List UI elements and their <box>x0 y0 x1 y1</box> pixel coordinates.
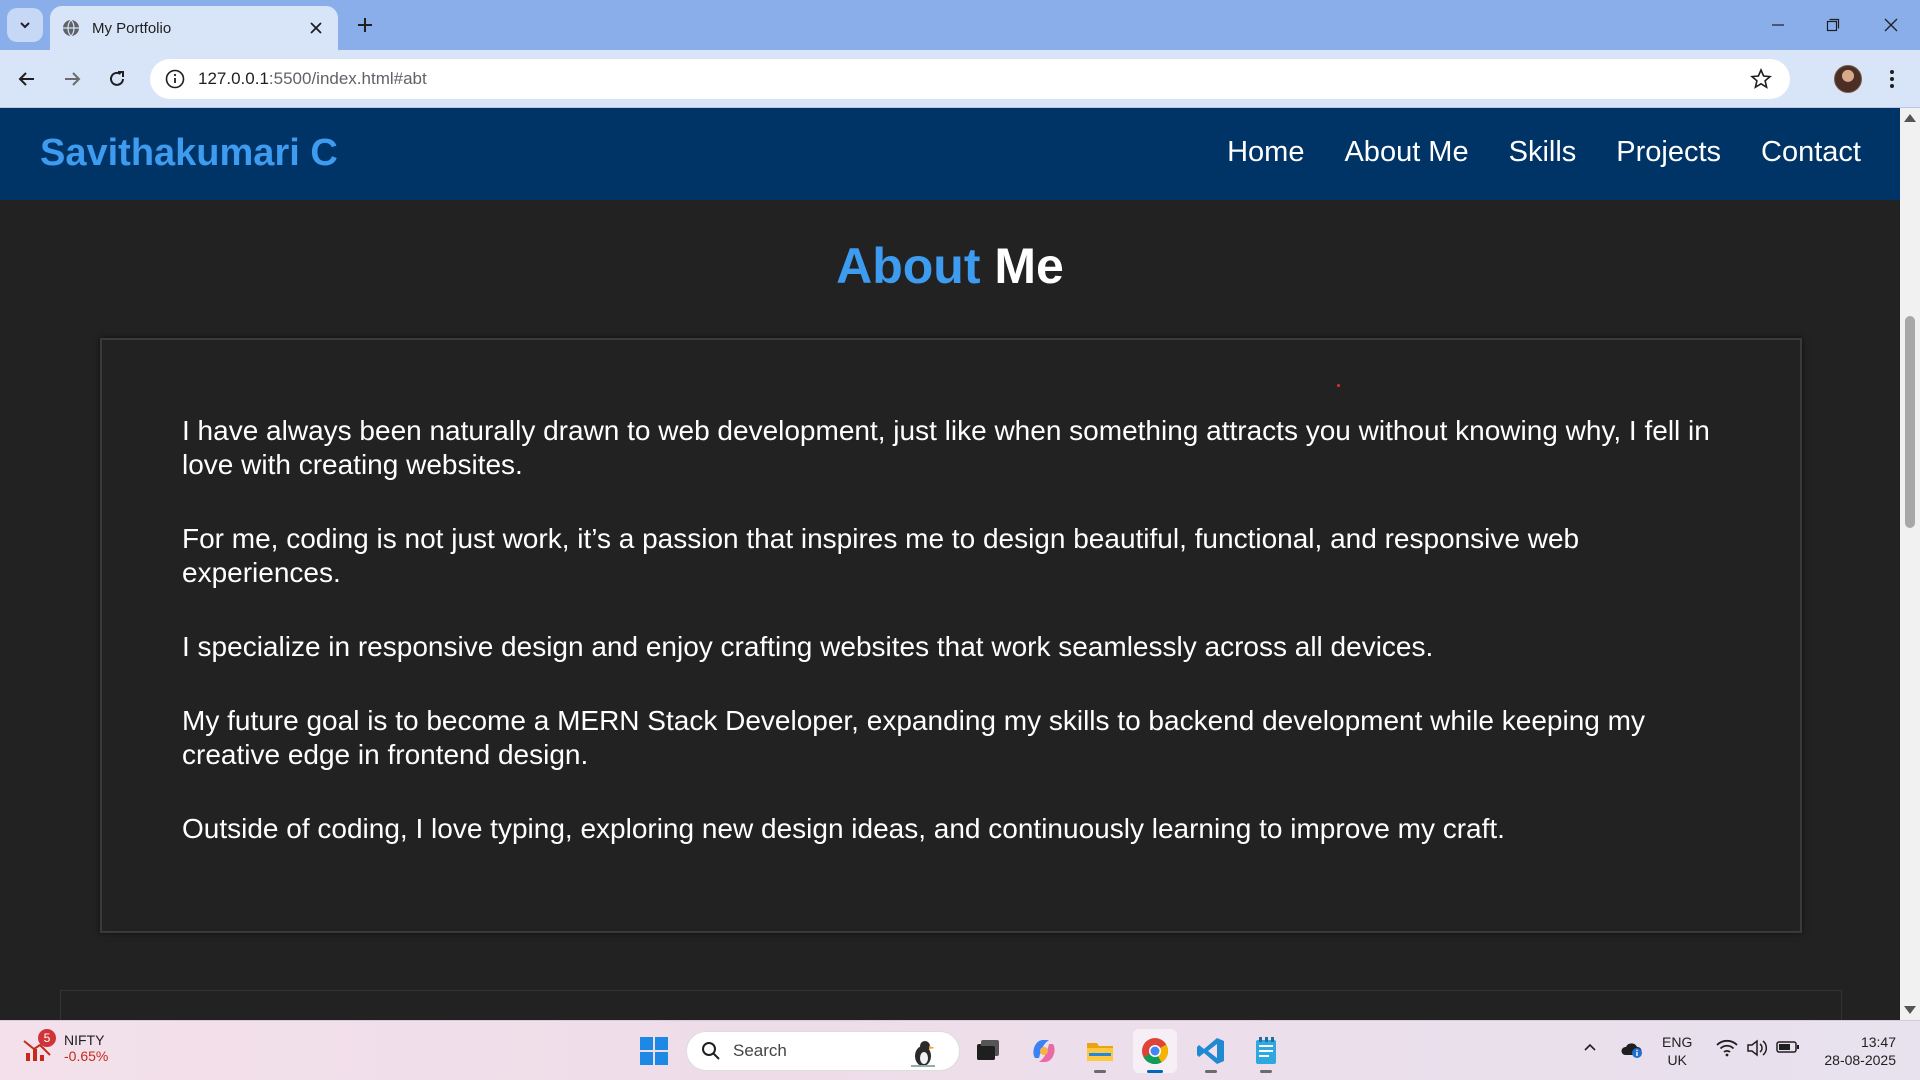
chrome-icon <box>1142 1038 1169 1065</box>
nav-link-about[interactable]: About Me <box>1344 136 1468 169</box>
about-paragraph: Outside of coding, I love typing, explor… <box>182 813 1505 844</box>
forward-button[interactable] <box>56 63 88 95</box>
clock-date: 28-08-2025 <box>1824 1052 1896 1068</box>
search-icon <box>702 1042 720 1060</box>
url-text: 127.0.0.1:5500/index.html#abt <box>198 69 427 89</box>
url-host: 127.0.0.1 <box>198 69 269 88</box>
taskbar-task-view[interactable] <box>966 1029 1010 1073</box>
section-title-accent: About <box>836 238 981 294</box>
speaker-icon <box>1747 1039 1768 1057</box>
nav-link-home[interactable]: Home <box>1227 136 1304 169</box>
minimize-button[interactable] <box>1756 10 1800 40</box>
about-paragraph: For me, coding is not just work, it’s a … <box>182 523 1580 588</box>
start-button[interactable] <box>632 1029 676 1073</box>
url-path: :5500/index.html#abt <box>268 69 427 88</box>
task-view-icon <box>977 1040 999 1060</box>
notepad-icon <box>1256 1037 1276 1064</box>
volume-status[interactable] <box>1746 1039 1768 1057</box>
taskbar-notepad[interactable] <box>1244 1029 1288 1073</box>
more-vertical-icon <box>1890 70 1894 88</box>
back-button[interactable] <box>11 63 43 95</box>
search-label: Search <box>733 1041 787 1060</box>
running-indicator <box>1147 1070 1163 1073</box>
vscode-icon <box>1197 1038 1224 1064</box>
taskbar-file-explorer[interactable] <box>1078 1029 1122 1073</box>
arrow-left-icon <box>18 72 34 86</box>
copilot-icon <box>1033 1040 1055 1062</box>
browser-tab-active[interactable]: My Portfolio <box>50 6 338 50</box>
site-brand[interactable]: Savithakumari C <box>40 132 338 175</box>
folder-icon <box>1087 1043 1113 1061</box>
decorative-dot <box>1337 384 1340 387</box>
bookmark-star-icon[interactable] <box>1750 68 1772 90</box>
taskbar-vscode[interactable] <box>1189 1029 1233 1073</box>
site-navbar: Savithakumari C Home About Me Skills Pro… <box>0 108 1900 200</box>
battery-status[interactable] <box>1776 1039 1800 1055</box>
next-section-card <box>60 990 1842 1020</box>
wifi-icon <box>1716 1039 1738 1057</box>
minimize-icon <box>1772 24 1784 26</box>
reload-button[interactable] <box>101 63 133 95</box>
restore-button[interactable] <box>1811 10 1855 40</box>
penguin-search-highlight-icon <box>911 1041 935 1067</box>
notification-badge: 5 <box>38 1029 56 1047</box>
battery-icon <box>1776 1041 1799 1053</box>
scroll-down-arrow-icon[interactable] <box>1904 1006 1916 1014</box>
input-language[interactable]: ENG UK <box>1662 1033 1692 1069</box>
widget-title: NIFTY <box>64 1032 105 1048</box>
page-viewport: Savithakumari C Home About Me Skills Pro… <box>0 108 1900 1020</box>
tab-search-button[interactable] <box>7 8 43 42</box>
page-scrollbar[interactable] <box>1900 108 1920 1020</box>
new-tab-button[interactable] <box>352 12 378 38</box>
nav-link-contact[interactable]: Contact <box>1761 136 1861 169</box>
stock-chart-icon: 5 <box>22 1029 56 1065</box>
running-indicator <box>1205 1070 1217 1073</box>
browser-toolbar: 127.0.0.1:5500/index.html#abt <box>0 50 1920 108</box>
nav-link-skills[interactable]: Skills <box>1509 136 1577 169</box>
section-title: About Me <box>0 237 1900 295</box>
network-status[interactable] <box>1716 1039 1738 1057</box>
scrollbar-thumb[interactable] <box>1905 316 1915 528</box>
plus-icon <box>358 18 372 32</box>
section-title-main: Me <box>994 238 1064 294</box>
running-indicator <box>1260 1070 1272 1073</box>
chevron-up-icon <box>1584 1043 1596 1051</box>
about-card: I have always been naturally drawn to we… <box>100 338 1802 933</box>
about-paragraph: I have always been naturally drawn to we… <box>182 415 1710 480</box>
onedrive-tray[interactable] <box>1620 1039 1644 1059</box>
widget-change: -0.65% <box>64 1048 109 1064</box>
stock-widget[interactable]: 5 NIFTY -0.65% <box>22 1029 109 1065</box>
about-paragraph: My future goal is to become a MERN Stack… <box>182 705 1645 770</box>
lang-region: UK <box>1667 1052 1687 1068</box>
reload-icon <box>110 71 124 86</box>
browser-menu-button[interactable] <box>1880 63 1904 95</box>
address-bar[interactable]: 127.0.0.1:5500/index.html#abt <box>150 59 1790 99</box>
windows-taskbar: 5 NIFTY -0.65% Search ENG UK 13:47 28-08… <box>0 1020 1920 1080</box>
cloud-info-icon <box>1621 1043 1642 1058</box>
taskbar-copilot[interactable] <box>1022 1029 1066 1073</box>
site-info-icon[interactable] <box>164 68 186 90</box>
taskbar-search[interactable]: Search <box>686 1031 960 1071</box>
globe-icon <box>63 19 79 37</box>
tab-title: My Portfolio <box>92 19 172 37</box>
nav-links: Home About Me Skills Projects Contact <box>1227 136 1861 169</box>
running-indicator <box>1094 1070 1106 1073</box>
windows-logo-icon <box>640 1037 668 1065</box>
system-clock[interactable]: 13:47 28-08-2025 <box>1812 1033 1896 1069</box>
nav-link-projects[interactable]: Projects <box>1616 136 1721 169</box>
arrow-right-icon <box>65 72 81 86</box>
taskbar-chrome[interactable] <box>1133 1029 1177 1073</box>
browser-tab-strip: My Portfolio <box>0 0 1920 50</box>
close-window-button[interactable] <box>1869 10 1913 40</box>
tab-close-icon[interactable] <box>306 18 326 38</box>
lang-code: ENG <box>1662 1034 1693 1050</box>
show-hidden-icons-button[interactable] <box>1582 1039 1598 1055</box>
scroll-up-arrow-icon[interactable] <box>1904 114 1916 122</box>
clock-time: 13:47 <box>1860 1034 1896 1050</box>
restore-icon <box>1826 18 1840 32</box>
close-icon <box>1884 18 1898 32</box>
profile-avatar[interactable] <box>1834 65 1862 93</box>
chevron-down-icon <box>20 22 30 29</box>
about-paragraph: I specialize in responsive design and en… <box>182 631 1434 662</box>
